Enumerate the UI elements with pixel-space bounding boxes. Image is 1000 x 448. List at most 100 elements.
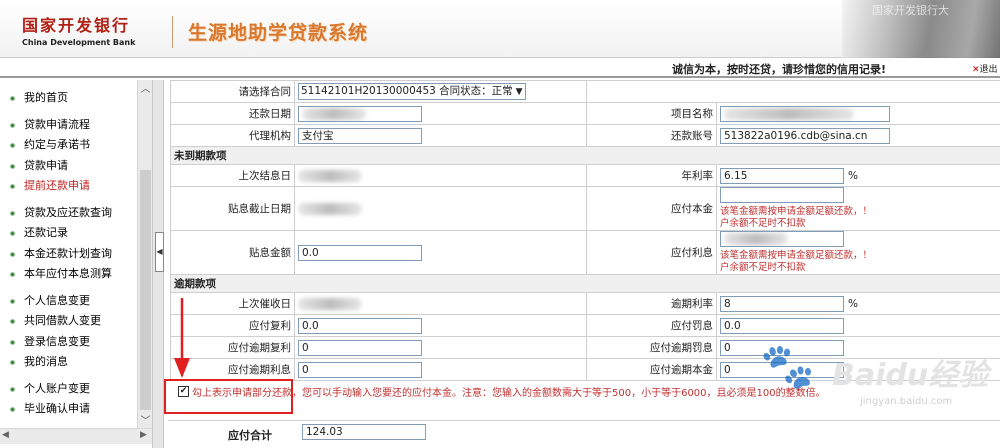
bullet-icon <box>10 386 15 392</box>
bullet-icon <box>10 184 15 189</box>
project-name-field[interactable] <box>720 105 890 122</box>
total-field[interactable]: 124.03 <box>302 424 426 440</box>
redacted-value <box>724 107 854 120</box>
sidebar-item-label: 我的消息 <box>24 355 68 368</box>
total-label: 应付合计 <box>228 429 272 442</box>
overdue-principal-label: 应付逾期本金 <box>586 358 717 381</box>
contract-select[interactable]: 51142101H20130000453 合同状态：正常 ▼ <box>298 83 526 100</box>
scrollbar-thumb[interactable] <box>140 170 151 410</box>
sidebar-item-home[interactable]: 我的首页 <box>0 88 152 109</box>
sidebar-item-annual-estimate[interactable]: 本年应付本息测算 <box>0 264 152 285</box>
sidebar-item-loan-apply[interactable]: 贷款申请 <box>0 156 152 177</box>
compound-due-cell: 0.0 <box>294 314 587 337</box>
sidebar-item-repay-plan[interactable]: 本金还款计划查询 <box>0 244 152 265</box>
overdue-rate-field[interactable]: 8 <box>720 295 844 312</box>
bullet-icon <box>10 319 15 324</box>
overdue-rate-cell: 8% <box>716 292 1000 315</box>
chevron-down-icon[interactable]: ﹀ <box>138 412 153 428</box>
table-row: 上次催收日 逾期利率 8% <box>170 292 1000 315</box>
compound-due-field[interactable]: 0.0 <box>298 317 422 334</box>
watermark-logo: Baidu经验 <box>832 358 989 393</box>
notice-bar: 诚信为本，按时还贷，请珍惜您的信用记录! ✕退出 <box>0 58 1000 78</box>
redacted-value <box>298 202 362 215</box>
sidebar-item-label: 提前还款申请 <box>24 179 90 192</box>
annual-rate-label: 年利率 <box>586 164 717 187</box>
bullet-icon <box>10 272 15 277</box>
chevron-down-icon: ▼ <box>515 87 523 97</box>
repay-account-cell: 513822a0196.cdb@sina.cn <box>716 124 1000 147</box>
nav-group-account: 个人账户变更 毕业确认申请 <box>0 379 152 426</box>
interest-end-cell <box>294 186 587 231</box>
contract-select-value: 51142101H20130000453 合同状态：正常 <box>301 85 513 97</box>
chevron-left-icon[interactable]: ◀ <box>2 430 9 440</box>
logout-button[interactable]: ✕退出 <box>972 62 998 75</box>
bullet-icon <box>10 251 15 257</box>
table-row: 还款日期 项目名称 <box>170 102 1000 125</box>
annual-rate-cell: 6.15% <box>716 164 1000 187</box>
penalty-due-label: 应付罚息 <box>586 314 717 337</box>
percent-sign: % <box>848 297 858 310</box>
last-collect-cell <box>294 292 587 315</box>
sidebar-item-label: 贷款申请 <box>24 158 68 172</box>
sidebar-item-early-repayment[interactable]: 提前还款申请 <box>0 176 152 197</box>
sidebar-item-label: 登录信息变更 <box>24 334 90 348</box>
contract-cell: 51142101H20130000453 合同状态：正常 ▼ <box>294 80 587 103</box>
sidebar-item-account-change[interactable]: 个人账户变更 <box>0 379 152 400</box>
interest-due-cell: 该笔金额需按申请金额足额还款，！ 户余额不足时不扣款 <box>716 230 1000 275</box>
sidebar-scrollbar[interactable]: ︿ ﹀ <box>137 80 152 428</box>
sidebar-item-label: 我的首页 <box>24 91 68 104</box>
sidebar-hscrollbar[interactable]: ◀ ▶ <box>0 428 152 444</box>
overdue-interest-label: 应付逾期利息 <box>170 358 295 381</box>
building-sign: 国家开发银行大 <box>872 4 949 17</box>
bullet-icon <box>10 231 15 236</box>
chevron-right-icon[interactable]: ▶ <box>140 430 147 440</box>
nav-group-query: 贷款及应还款查询 还款记录 本金还款计划查询 本年应付本息测算 <box>0 203 152 291</box>
sidebar-item-loan-query[interactable]: 贷款及应还款查询 <box>0 203 152 224</box>
last-collect-label: 上次催收日 <box>170 292 295 315</box>
interest-hint: 户余额不足时不扣款 <box>720 262 806 273</box>
agent-cell: 支付宝 <box>294 124 587 147</box>
table-row: 应付复利 0.0 应付罚息 0.0 <box>170 314 1000 337</box>
sidebar-item-label: 个人账户变更 <box>24 381 90 395</box>
nav-group-profile: 个人信息变更 共同借款人变更 登录信息变更 我的消息 <box>0 291 152 379</box>
table-row: 贴息金额 0.0 应付利息 该笔金额需按申请金额足额还款，！ 户余额不足时不扣款 <box>170 230 1000 275</box>
repay-date-field[interactable] <box>298 105 422 122</box>
repay-account-field[interactable]: 513822a0196.cdb@sina.cn <box>720 127 890 144</box>
bullet-icon <box>10 407 15 412</box>
sidebar-item-label: 共同借款人变更 <box>24 314 101 327</box>
bullet-icon <box>10 339 15 345</box>
section-header-row: 逾期款项 <box>170 274 1000 293</box>
chevron-up-icon[interactable]: ︿ <box>138 80 153 96</box>
sidebar-nav: 我的首页 贷款申请流程 约定与承诺书 贷款申请 提前还款申请 贷款及应还款查询 … <box>0 80 152 448</box>
penalty-due-field[interactable]: 0.0 <box>720 317 844 334</box>
project-name-label: 项目名称 <box>586 102 717 125</box>
sidebar-item-agreement[interactable]: 约定与承诺书 <box>0 135 152 156</box>
overdue-interest-cell: 0 <box>294 358 587 381</box>
interest-end-label: 贴息截止日期 <box>170 186 295 231</box>
sidebar-item-repay-records[interactable]: 还款记录 <box>0 223 152 244</box>
sidebar-item-graduation[interactable]: 毕业确认申请 <box>0 399 152 420</box>
sidebar-item-personal-info[interactable]: 个人信息变更 <box>0 291 152 312</box>
agent-field[interactable]: 支付宝 <box>298 127 422 144</box>
interest-amount-field[interactable]: 0.0 <box>298 244 422 261</box>
sidebar-item-coborrower[interactable]: 共同借款人变更 <box>0 311 152 332</box>
close-icon: ✕ <box>972 65 980 75</box>
interest-due-field[interactable] <box>720 231 844 247</box>
section-overdue: 逾期款项 <box>170 274 1000 293</box>
bullet-icon <box>10 143 15 148</box>
bullet-icon <box>10 96 15 101</box>
sidebar-item-login-info[interactable]: 登录信息变更 <box>0 332 152 353</box>
sidebar-item-loan-process[interactable]: 贷款申请流程 <box>0 115 152 136</box>
bullet-icon <box>10 122 15 128</box>
sidebar-item-label: 本年应付本息测算 <box>24 267 112 280</box>
principal-due-field[interactable] <box>720 187 844 203</box>
sidebar-item-label: 贷款申请流程 <box>24 117 90 131</box>
sidebar-item-messages[interactable]: 我的消息 <box>0 352 152 373</box>
annual-rate-field[interactable]: 6.15 <box>720 167 844 184</box>
overdue-compound-field[interactable]: 0 <box>298 339 422 356</box>
overdue-compound-cell: 0 <box>294 336 587 359</box>
overdue-interest-field[interactable]: 0 <box>298 361 422 378</box>
bullet-icon <box>10 360 15 365</box>
collapse-sidebar-button[interactable]: ◀ <box>155 232 164 272</box>
total-row: 应付合计 124.03 <box>168 420 1000 448</box>
